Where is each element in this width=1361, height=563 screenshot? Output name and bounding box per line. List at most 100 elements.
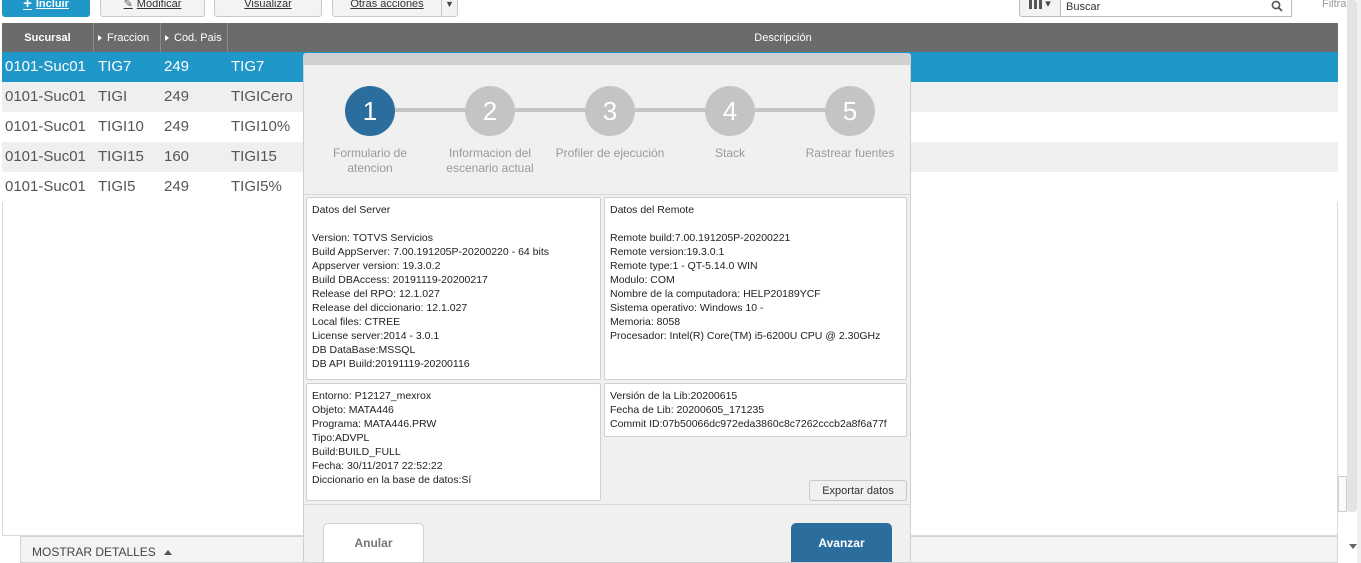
info-line: Datos del Remote (610, 204, 695, 216)
column-header-label: Fraccion (107, 31, 150, 44)
cancel-button[interactable]: Anular (323, 523, 424, 562)
cell-fraccion: TIGI15 (98, 148, 144, 165)
vertical-scrollbar[interactable] (1347, 0, 1357, 512)
info-line: Remote version:19.3.0.1 (610, 246, 725, 258)
cell-sucursal: 0101-Suc01 (5, 118, 86, 135)
step-1-circle[interactable]: 1 (345, 86, 395, 136)
include-button[interactable]: + Incluir (2, 0, 90, 17)
info-line: Build AppServer: 7.00.191205P-20200220 -… (312, 246, 550, 258)
show-details-button[interactable]: MOSTRAR DETALLES (32, 545, 172, 559)
divider (304, 504, 910, 505)
include-label: Incluir (35, 0, 69, 10)
cell-descripcion: TIGICero (231, 88, 293, 105)
column-header-label: Descripción (754, 31, 812, 44)
app-window: + Incluir ✎ Modificar Visualizar Otras a… (0, 0, 1361, 563)
filter-link[interactable]: Filtrar (1322, 0, 1350, 10)
cell-fraccion: TIGI5 (98, 178, 136, 195)
info-line: Procesador: Intel(R) Core(TM) i5-6200U C… (610, 330, 881, 342)
cell-fraccion: TIGI10 (98, 118, 144, 135)
cell-descripcion: TIGI10% (231, 118, 291, 135)
server-info-panel: Datos del Server Version: TOTVS Servicio… (306, 197, 601, 380)
info-line: Release del diccionario: 12.1.027 (312, 302, 468, 314)
column-header-cod-pais[interactable]: Cod. Pais (161, 23, 228, 52)
view-label: Visualizar (244, 0, 292, 10)
cell-sucursal: 0101-Suc01 (5, 148, 86, 165)
other-actions-button[interactable]: Otras acciones ▼ (332, 0, 458, 17)
show-details-label: MOSTRAR DETALLES (32, 545, 156, 559)
grid-scroll-handle[interactable] (1338, 476, 1347, 512)
expand-icon (98, 34, 102, 41)
scroll-down-icon[interactable] (1349, 544, 1357, 549)
step-4-label: Stack (714, 146, 745, 160)
info-line: Commit ID:07b50066dc972eda3860c8c7262ccc… (610, 418, 887, 430)
info-line: Datos del Server (312, 204, 391, 216)
cell-cod-pais: 249 (164, 178, 190, 195)
column-header-descripcion[interactable]: Descripción (228, 23, 1338, 52)
cell-fraccion: TIG7 (98, 58, 132, 75)
info-line: Build DBAccess: 20191119-20200217 (312, 274, 488, 286)
info-line: Fecha de Lib: 20200605_171235 (610, 404, 765, 416)
other-actions-label: Otras acciones (350, 0, 424, 10)
info-line: Tipo:ADVPL (312, 432, 370, 444)
step-3-label: Profiler de ejecución (555, 146, 665, 160)
info-line: Remote type:1 - QT-5.14.0 WIN (610, 260, 758, 272)
step-5-label: Rastrear fuentes (805, 146, 895, 160)
search-icon[interactable] (1271, 0, 1283, 12)
plus-icon: + (23, 0, 32, 12)
cell-sucursal: 0101-Suc01 (5, 58, 86, 75)
environment-info-panel: Entorno: P12127_mexrox Objeto: MATA446 P… (306, 383, 601, 501)
cell-cod-pais: 160 (164, 148, 190, 165)
info-line: Nombre de la computadora: HELP20189YCF (610, 288, 821, 300)
info-line (610, 217, 901, 231)
chevron-down-icon: ▼ (441, 0, 457, 16)
columns-icon (1029, 0, 1043, 9)
info-line: Version: TOTVS Servicios (312, 232, 433, 244)
expand-icon (165, 34, 169, 41)
column-header-label: Cod. Pais (174, 31, 222, 44)
caret-up-icon (163, 549, 172, 555)
info-line: License server:2014 - 3.0.1 (312, 330, 440, 342)
info-line: Memoria: 8058 (610, 316, 681, 328)
modify-button[interactable]: ✎ Modificar (100, 0, 205, 17)
step-1-label: Formulario de atencion (332, 146, 408, 175)
next-button[interactable]: Avanzar (791, 523, 892, 562)
column-header-fraccion[interactable]: Fraccion (94, 23, 161, 52)
modify-label: Modificar (136, 0, 182, 10)
dialog-title-bar[interactable] (304, 54, 910, 65)
info-line: Entorno: P12127_mexrox (312, 390, 432, 402)
info-line: Remote build:7.00.191205P-20200221 (610, 232, 791, 244)
cell-sucursal: 0101-Suc01 (5, 178, 86, 195)
info-line: Local files: CTREE (312, 316, 401, 328)
search-placeholder: Buscar (1066, 1, 1101, 13)
info-line: DB API Build:20191119-20200116 (312, 358, 470, 370)
diagnostic-wizard-dialog: 1 2 3 4 5 Formulario de atencion Informa… (303, 53, 911, 563)
remote-info-panel: Datos del Remote Remote build:7.00.19120… (604, 197, 907, 380)
info-line: Sistema operativo: Windows 10 - (610, 302, 764, 314)
info-line: Modulo: COM (610, 274, 675, 286)
cell-cod-pais: 249 (164, 118, 190, 135)
search-input[interactable]: Buscar (1060, 0, 1292, 17)
pencil-icon: ✎ (123, 0, 133, 10)
divider (304, 194, 910, 195)
columns-button[interactable]: ▾ (1019, 0, 1061, 17)
info-line: Build:BUILD_FULL (312, 446, 401, 458)
export-data-button[interactable]: Exportar datos (809, 480, 907, 501)
info-line: Appserver version: 19.3.0.2 (312, 260, 441, 272)
info-line: DB DataBase:MSSQL (312, 344, 416, 356)
step-3-circle[interactable]: 3 (585, 86, 635, 136)
cell-descripcion: TIGI15 (231, 148, 277, 165)
cell-fraccion: TIGI (98, 88, 128, 105)
info-line: Objeto: MATA446 (312, 404, 394, 416)
cell-descripcion: TIGI5% (231, 178, 282, 195)
view-button[interactable]: Visualizar (214, 0, 322, 17)
info-line: Release del RPO: 12.1.027 (312, 288, 440, 300)
step-5-circle[interactable]: 5 (825, 86, 875, 136)
step-2-circle[interactable]: 2 (465, 86, 515, 136)
window-edge (1357, 0, 1361, 563)
library-info-panel: Versión de la Lib:20200615 Fecha de Lib:… (604, 383, 907, 437)
step-4-circle[interactable]: 4 (705, 86, 755, 136)
column-header-sucursal[interactable]: Sucursal (2, 23, 94, 52)
info-line: Diccionario en la base de datos:Sí (312, 474, 472, 486)
cell-sucursal: 0101-Suc01 (5, 88, 86, 105)
column-header-label: Sucursal (24, 31, 71, 44)
